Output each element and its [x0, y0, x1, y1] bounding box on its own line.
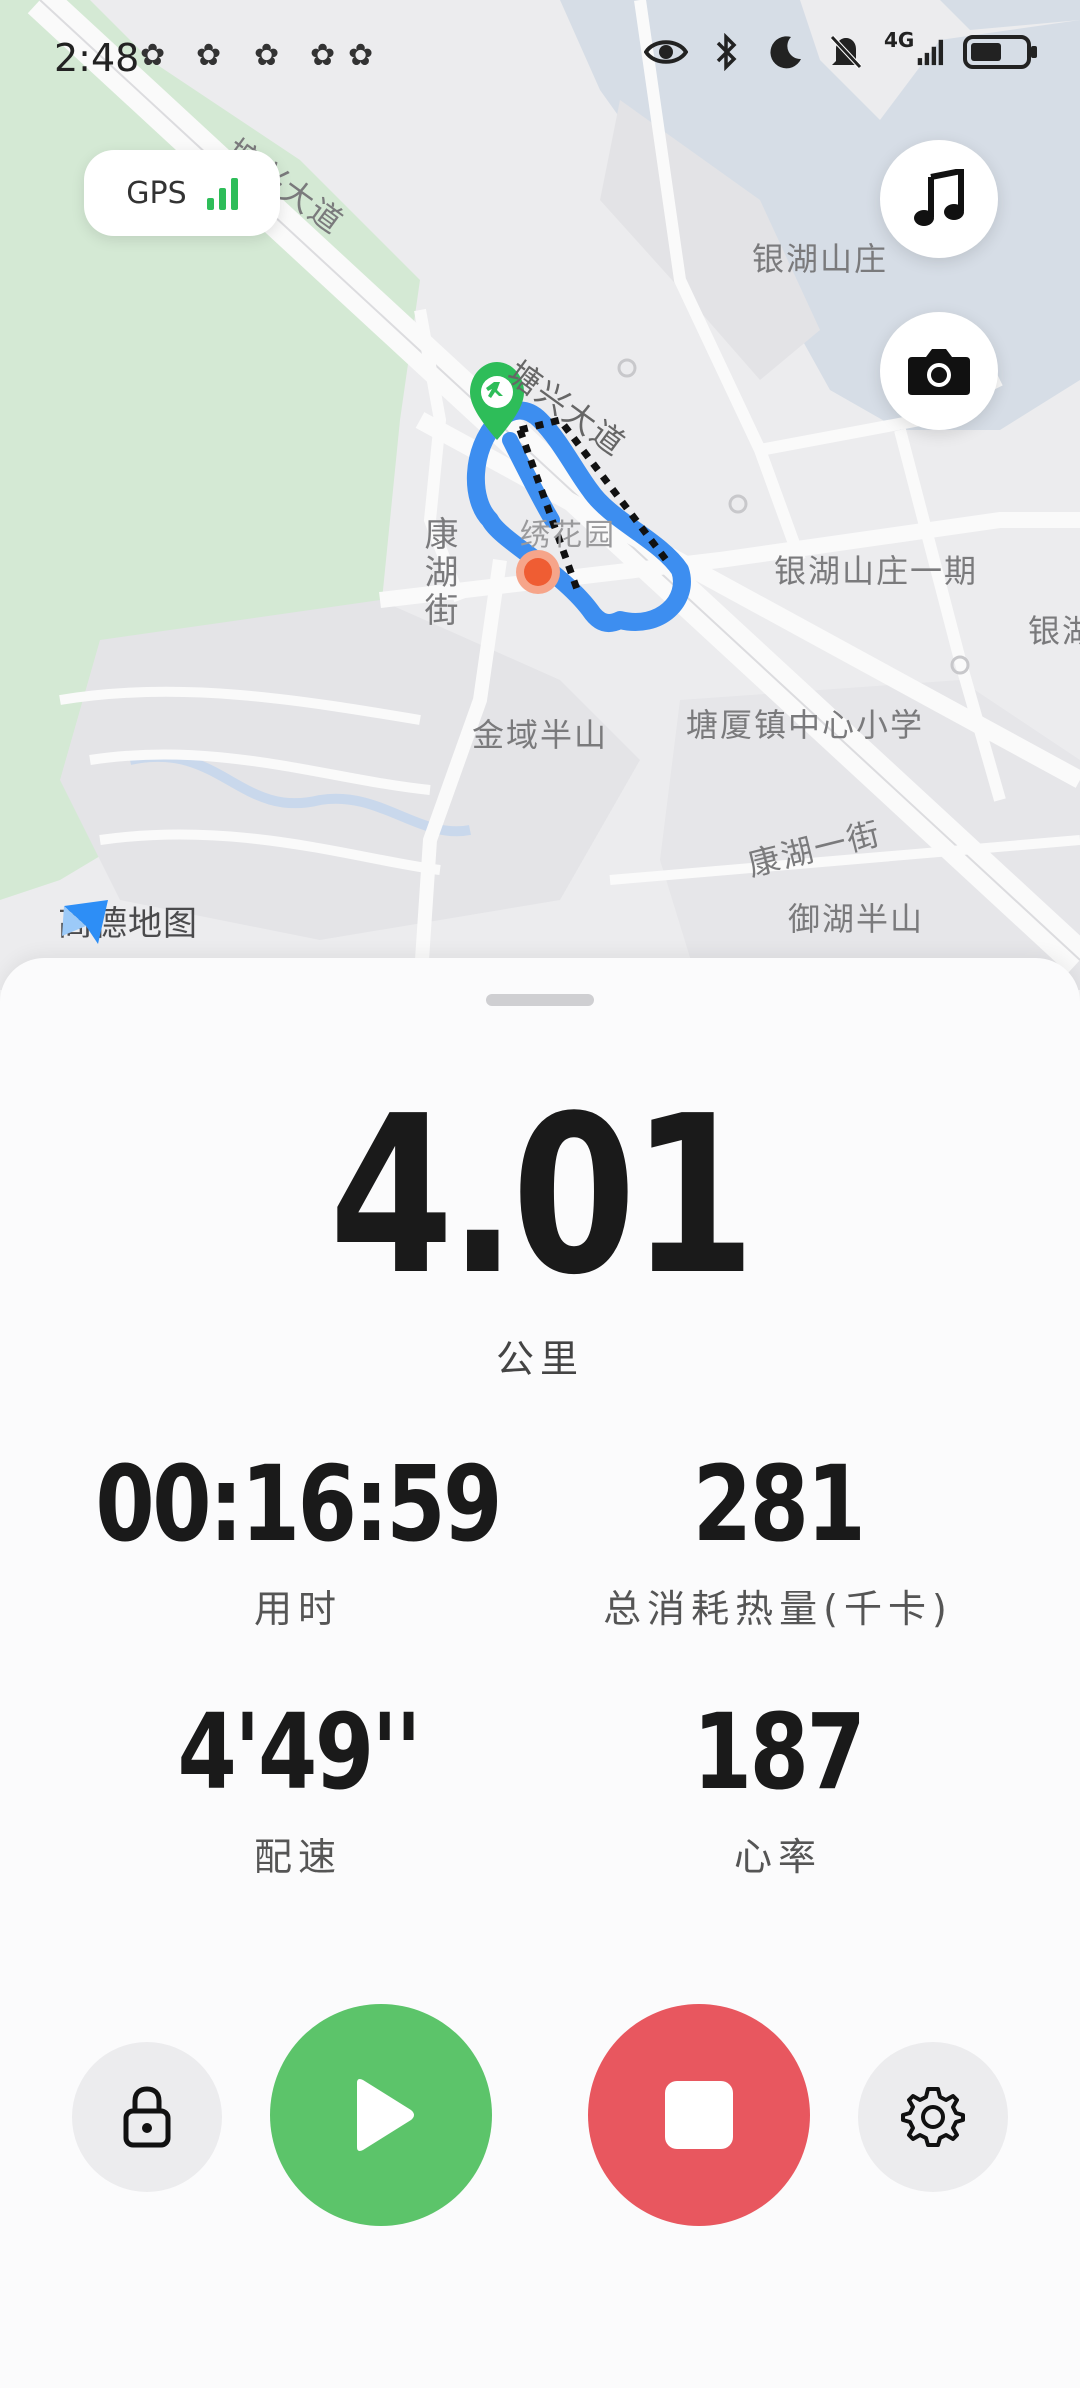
- settings-button[interactable]: [858, 2042, 1008, 2192]
- music-button[interactable]: [880, 140, 998, 258]
- notification-icon: ✿: [140, 38, 166, 73]
- gps-status: GPS: [84, 150, 280, 236]
- calories-label: 总消耗热量(千卡): [603, 1587, 953, 1631]
- camera-icon: [908, 349, 970, 395]
- notification-icon: ✿: [196, 38, 222, 73]
- eye-icon: [644, 30, 688, 74]
- heart-rate-value: 187: [692, 1691, 866, 1813]
- duration-label: 用时: [253, 1587, 342, 1631]
- map-label-place: 银湖山庄一期: [774, 552, 979, 590]
- map-label-place: 银湖: [1028, 612, 1080, 650]
- lock-button[interactable]: [72, 2042, 222, 2192]
- distance-unit: 公里: [495, 1337, 584, 1381]
- network-type: 4G: [884, 28, 915, 52]
- duration-value: 00:16:59: [95, 1443, 503, 1565]
- notification-icon: ✿: [348, 38, 374, 73]
- pace-label: 配速: [253, 1835, 342, 1879]
- heart-rate-label: 心率: [733, 1835, 822, 1879]
- mute-bell-icon: [824, 30, 868, 74]
- bluetooth-icon: [704, 30, 748, 74]
- map-label-place: 金域半山: [472, 716, 609, 754]
- play-icon: [357, 2079, 414, 2151]
- pace-value: 4'49'': [177, 1691, 421, 1813]
- calories-value: 281: [692, 1443, 866, 1565]
- amap-logo-icon: [62, 900, 108, 944]
- notification-icon: ✿: [254, 38, 280, 73]
- sheet-drag-handle[interactable]: [486, 994, 594, 1006]
- lock-icon: [123, 2086, 171, 2148]
- map-label-place: 银湖山庄: [752, 240, 889, 278]
- workout-stats-sheet: 4.01 公里 00:16:59 用时 281 总消耗热量(千卡) 4'49''…: [0, 958, 1080, 2388]
- resume-button[interactable]: [270, 2004, 492, 2226]
- heart-rate-stat: 187 心率: [508, 1700, 1048, 1881]
- stop-icon: [665, 2081, 733, 2149]
- music-note-icon: [914, 169, 964, 226]
- gear-icon: [901, 2087, 965, 2147]
- signal-icon: 4G: [884, 30, 946, 74]
- gps-signal-icon: [206, 176, 238, 210]
- map-label-place: 塘厦镇中心小学: [686, 706, 925, 744]
- gps-label: GPS: [126, 175, 187, 211]
- notification-icon: ✿: [310, 38, 336, 73]
- stop-button[interactable]: [588, 2004, 810, 2226]
- camera-button[interactable]: [880, 312, 998, 430]
- map-provider-logo: 高德地图: [58, 896, 198, 945]
- distance-value: 4.01: [329, 1070, 755, 1323]
- battery-icon: [962, 30, 1040, 74]
- status-bar: 2:48 ✿ ✿ ✿ ✿ ✿ 4G: [0, 0, 1080, 110]
- pace-stat: 4'49'' 配速: [28, 1700, 568, 1881]
- map-label-place: 御湖半山: [788, 900, 925, 938]
- map-label-street: 康湖街: [418, 516, 458, 630]
- moon-icon: [764, 30, 808, 74]
- calories-stat: 281 总消耗热量(千卡): [508, 1452, 1048, 1633]
- duration-stat: 00:16:59 用时: [28, 1452, 568, 1633]
- map-label-place: 绣花园: [520, 518, 616, 553]
- status-time: 2:48: [54, 36, 140, 80]
